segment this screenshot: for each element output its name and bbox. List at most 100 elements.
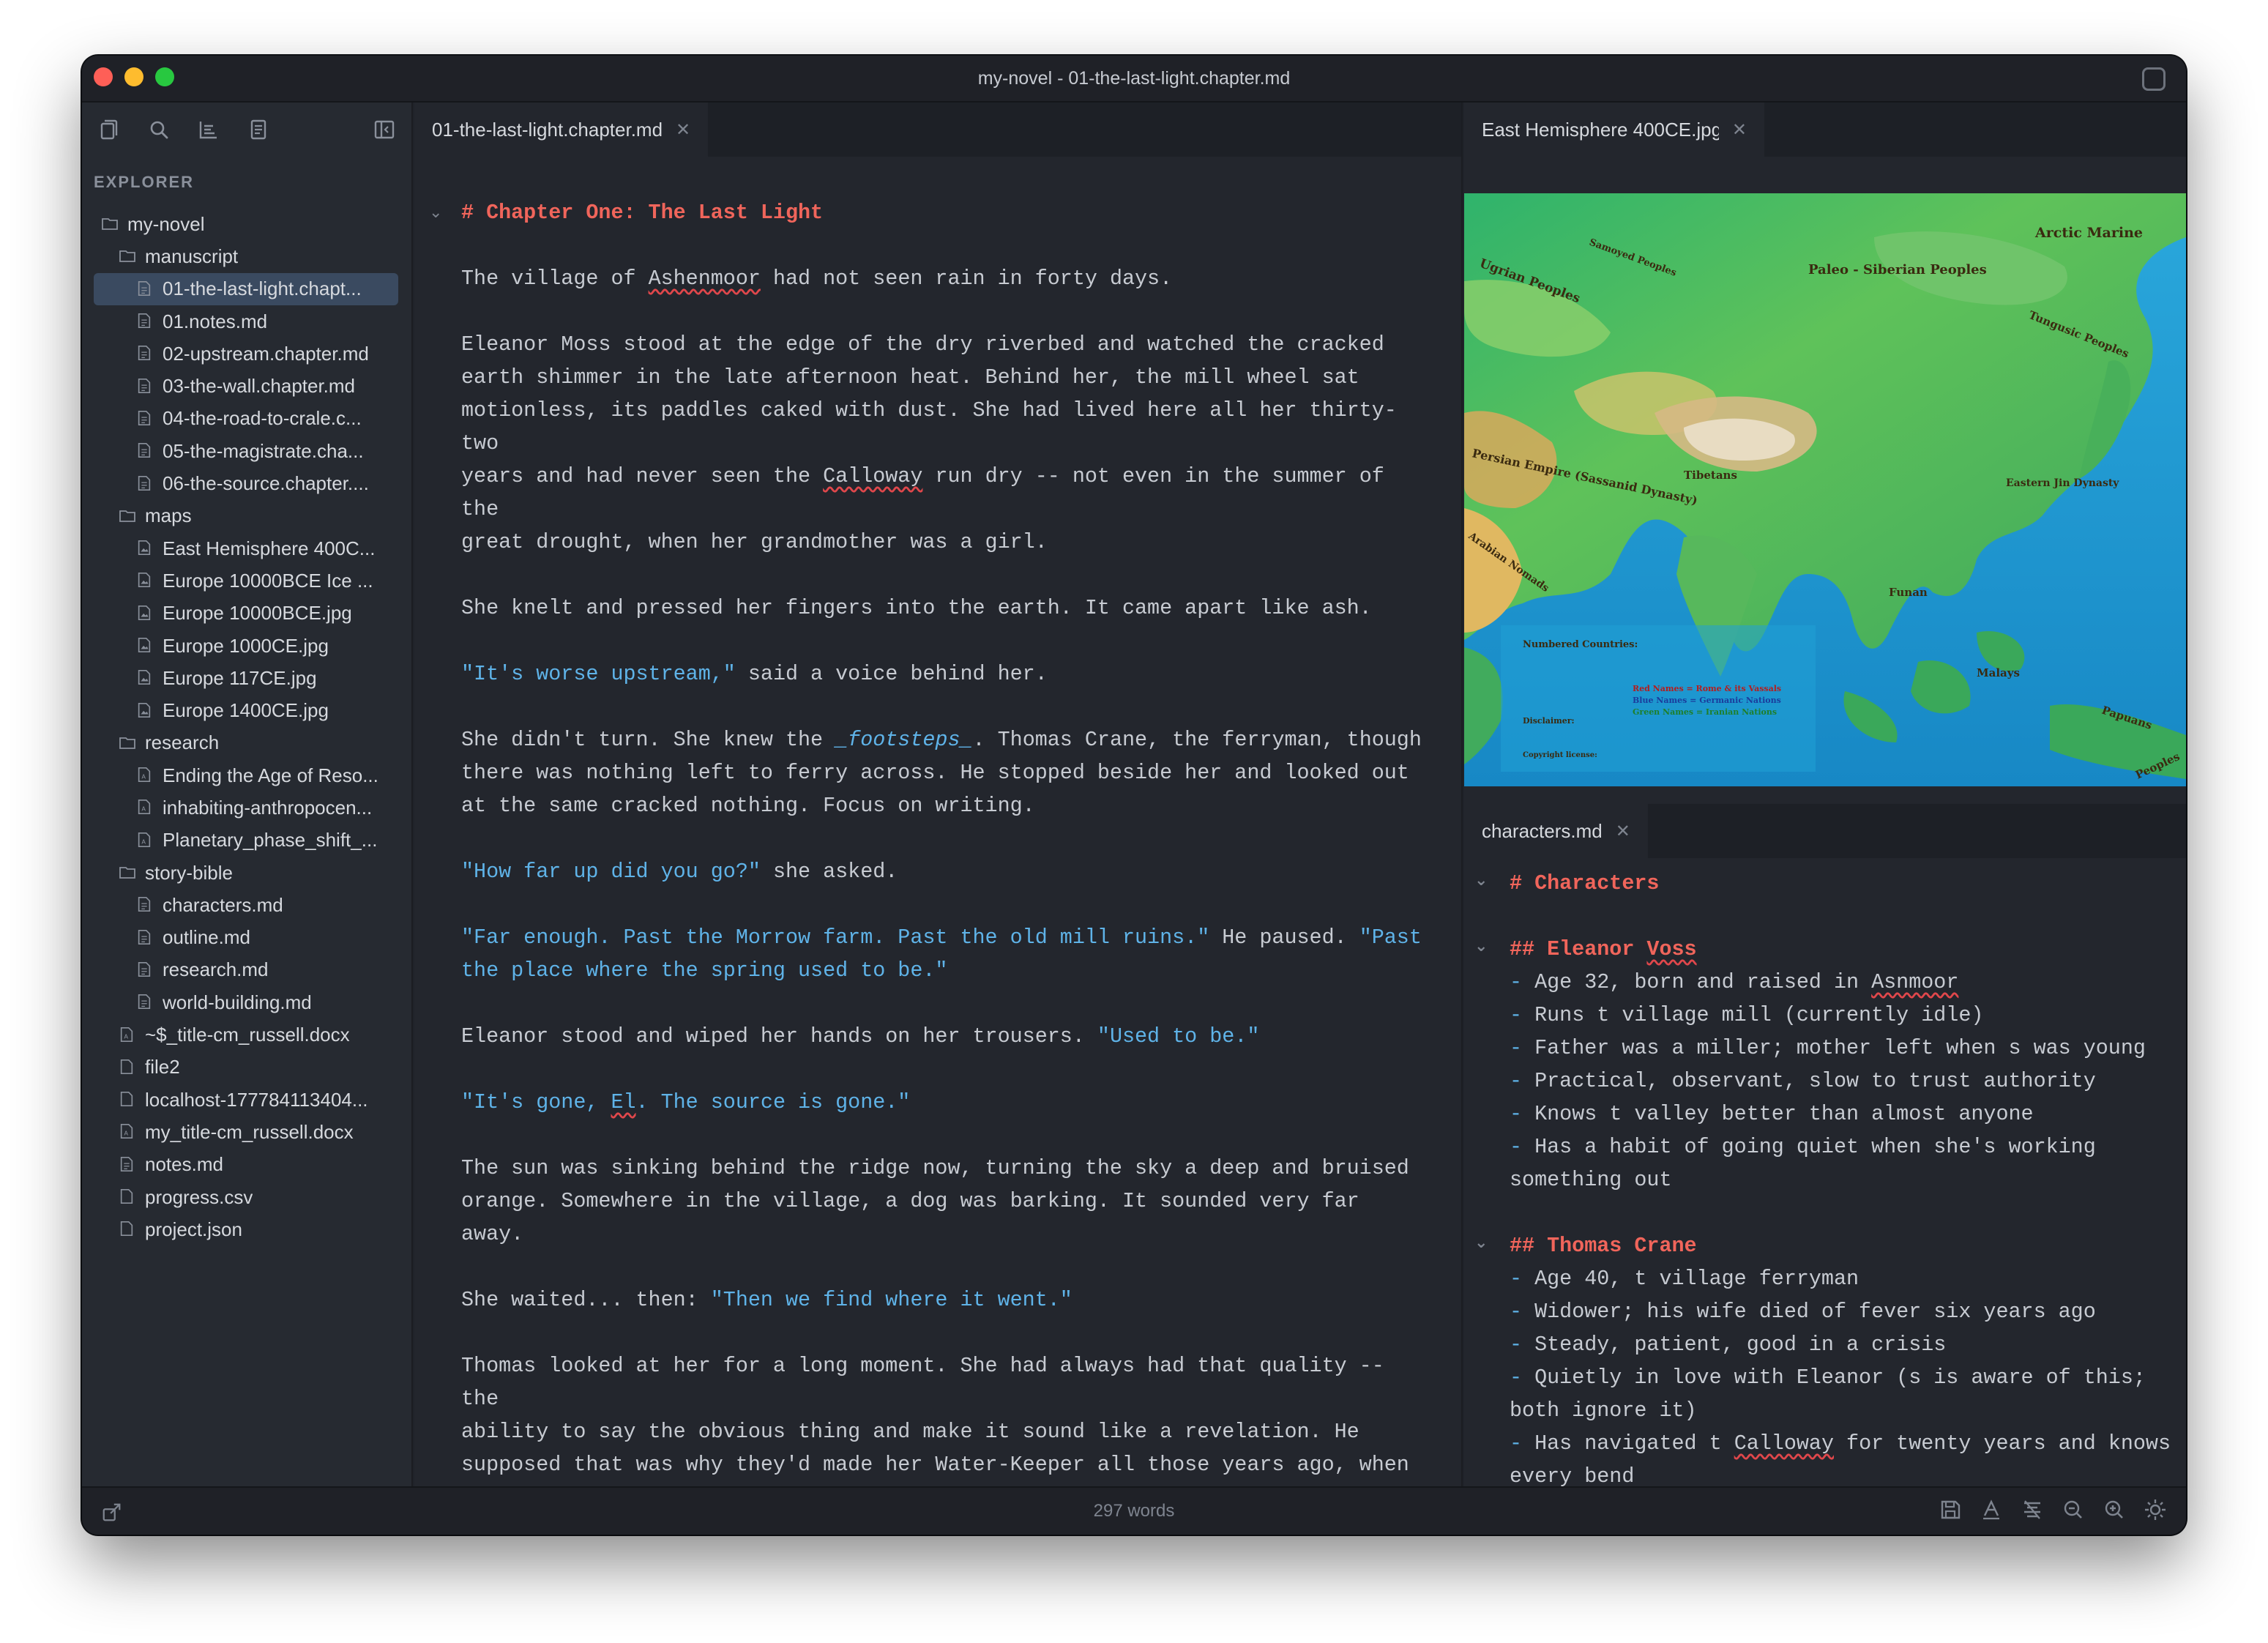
tree-file[interactable]: world-building.md — [82, 986, 411, 1018]
text-run: for twenty years and knows — [1834, 1431, 2171, 1456]
close-icon[interactable]: ✕ — [1616, 821, 1630, 842]
text-run: She knelt and pressed her fingers into t… — [461, 596, 1372, 620]
text-run: Age 32, born and raised in — [1534, 970, 1872, 994]
folder-icon — [119, 863, 136, 882]
tree-item-label: inhabiting-anthropocen... — [163, 796, 373, 819]
spellcheck-icon[interactable] — [1980, 1498, 2003, 1523]
tree-file[interactable]: file2 — [82, 1051, 411, 1084]
tree-file[interactable]: A Ending the Age of Reso... — [82, 759, 411, 791]
text-run: He paused. — [1209, 925, 1359, 950]
tree-file[interactable]: 05-the-magistrate.cha... — [82, 435, 411, 467]
tree-file[interactable]: A ~$_title-cm_russell.docx — [82, 1018, 411, 1051]
heading-line: ⌄ # Characters — [1474, 867, 2186, 900]
text-run: The village of — [461, 267, 649, 291]
text-run: had not seen rain in forty days. — [760, 267, 1173, 291]
tree-file[interactable]: 04-the-road-to-crale.c... — [82, 403, 411, 435]
tree-file[interactable]: 02-upstream.chapter.md — [82, 338, 411, 370]
text-line: - Practical, observant, slow to trust au… — [1510, 1065, 2186, 1098]
text-run: Voss — [1646, 937, 1697, 961]
text-line — [1510, 900, 2186, 933]
text-run: Has a habit of going quiet when she's wo… — [1534, 1135, 2096, 1159]
text-run: Practical, observant, slow to trust auth… — [1534, 1069, 2096, 1093]
status-bar: 297 words — [82, 1486, 2186, 1535]
chevron-down-icon[interactable]: ⌄ — [1474, 939, 1491, 955]
text-run: Steady, patient, good in a crisis — [1534, 1333, 1947, 1357]
tab-characters[interactable]: characters.md ✕ — [1464, 804, 1648, 858]
file-tree: my-novel manuscript 01-the-last-light.chap… — [82, 208, 411, 1246]
zoom-out-icon[interactable] — [2062, 1498, 2085, 1523]
search-icon[interactable] — [145, 116, 173, 144]
tree-file[interactable]: 06-the-source.chapter.... — [82, 467, 411, 499]
tab-chapter[interactable]: 01-the-last-light.chapter.md ✕ — [414, 103, 709, 157]
tree-item-label: ~$_title-cm_russell.docx — [145, 1024, 350, 1046]
text-run: Father was a miller; mother left when s … — [1534, 1036, 2146, 1060]
close-icon[interactable]: ✕ — [1732, 119, 1747, 141]
tree-file[interactable]: characters.md — [82, 889, 411, 921]
tree-file[interactable]: 03-the-wall.chapter.md — [82, 370, 411, 402]
text-run: ## Thomas Crane — [1510, 1234, 1697, 1258]
tree-folder[interactable]: research — [82, 727, 411, 759]
chevron-down-icon[interactable]: ⌄ — [429, 205, 445, 221]
tree-item-label: world-building.md — [163, 991, 312, 1013]
tree-folder[interactable]: manuscript — [82, 240, 411, 272]
minimize-window-button[interactable] — [124, 67, 143, 86]
close-icon[interactable]: ✕ — [676, 119, 690, 141]
paragraph: "It's gone, El. The source is gone." — [461, 1086, 1425, 1119]
tree-file[interactable]: Europe 117CE.jpg — [82, 662, 411, 694]
tab-map[interactable]: East Hemisphere 400CE.jpg ✕ — [1464, 103, 1764, 157]
file-icon — [136, 344, 154, 363]
text-run: Calloway — [823, 464, 923, 488]
zoom-in-icon[interactable] — [2103, 1498, 2126, 1523]
tree-file[interactable]: research.md — [82, 954, 411, 986]
files-icon[interactable] — [95, 116, 123, 144]
tree-folder[interactable]: maps — [82, 500, 411, 532]
tree-file[interactable]: Amy_title-cm_russell.docx — [82, 1116, 411, 1148]
tree-file[interactable]: Europe 1400CE.jpg — [82, 694, 411, 726]
file-icon — [136, 377, 154, 396]
tree-folder[interactable]: my-novel — [82, 208, 411, 240]
tree-file[interactable]: outline.md — [82, 922, 411, 954]
maximize-window-button[interactable] — [155, 67, 174, 86]
tree-file[interactable]: Europe 10000BCE Ice ... — [82, 565, 411, 597]
image-file-icon — [136, 604, 154, 623]
tree-file[interactable]: A Planetary_phase_shift_... — [82, 824, 411, 857]
theme-icon[interactable] — [2144, 1498, 2167, 1523]
chevron-down-icon[interactable]: ⌄ — [1474, 873, 1491, 889]
tree-file[interactable]: 01.notes.md — [82, 305, 411, 338]
tree-item-label: 01-the-last-light.chapt... — [163, 277, 362, 300]
outline-icon[interactable] — [195, 116, 223, 144]
text-run: _footsteps_ — [835, 728, 973, 752]
tree-file[interactable]: 01-the-last-light.chapt... — [94, 272, 398, 305]
file-icon — [136, 474, 154, 493]
format-icon[interactable] — [2021, 1498, 2044, 1523]
chevron-down-icon[interactable]: ⌄ — [1474, 1235, 1491, 1251]
tree-item-label: Ending the Age of Reso... — [163, 764, 378, 786]
tree-file[interactable]: Europe 1000CE.jpg — [82, 630, 411, 662]
folder-icon — [119, 734, 136, 753]
tree-folder[interactable]: story-bible — [82, 857, 411, 889]
text-run: . The source is gone." — [635, 1090, 911, 1114]
text-run: "It's worse upstream," — [461, 662, 736, 686]
tree-file[interactable]: notes.md — [82, 1149, 411, 1181]
document-body[interactable]: ⌄ # Chapter One: The Last Light The vill… — [414, 157, 1425, 1486]
file-icon — [136, 409, 154, 428]
paragraph: "It's worse upstream," said a voice behi… — [461, 657, 1425, 690]
tree-file[interactable]: project.json — [82, 1213, 411, 1245]
share-icon[interactable] — [101, 1501, 123, 1523]
tree-file[interactable]: Ainhabiting-anthropocen... — [82, 791, 411, 824]
close-window-button[interactable] — [94, 67, 113, 86]
tree-file[interactable]: localhost-177784113404... — [82, 1084, 411, 1116]
tree-file[interactable]: East Hemisphere 400C... — [82, 532, 411, 565]
tree-item-label: my-novel — [127, 212, 205, 235]
tree-file[interactable]: progress.csv — [82, 1181, 411, 1213]
document-icon[interactable] — [245, 116, 272, 144]
text-run: both ignore it) — [1510, 1398, 1697, 1423]
chapter-heading: # Chapter One: The Last Light — [461, 201, 824, 225]
text-run: - — [1510, 1069, 1535, 1093]
collapse-sidebar-icon[interactable] — [370, 116, 398, 144]
focus-mode-icon[interactable] — [2142, 67, 2166, 91]
tree-file[interactable]: Europe 10000BCE.jpg — [82, 597, 411, 630]
text-line: - Father was a miller; mother left when … — [1510, 1032, 2186, 1065]
characters-document[interactable]: ⌄ # Characters ⌄ ## Eleanor Voss - Age 32, b… — [1464, 858, 2186, 1486]
save-icon[interactable] — [1939, 1498, 1962, 1523]
